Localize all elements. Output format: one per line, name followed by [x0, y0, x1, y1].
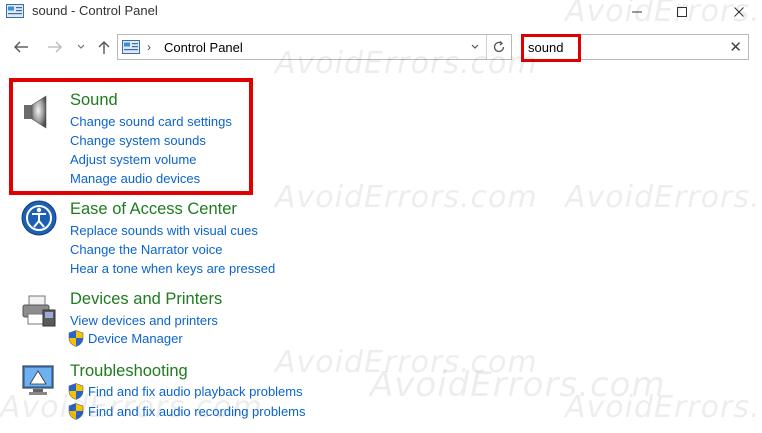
arrow-up-icon [98, 41, 110, 54]
uac-shield-icon [68, 330, 84, 347]
address-dropdown-button[interactable] [467, 39, 483, 55]
minimize-button[interactable] [620, 0, 654, 24]
address-bar[interactable]: › Control Panel [117, 34, 512, 60]
chevron-down-icon [471, 44, 479, 49]
arrow-right-icon [48, 41, 62, 53]
watermark: AvoidErrors.com [275, 180, 538, 215]
breadcrumb-separator-icon[interactable]: › [147, 40, 151, 54]
watermark: AvoidErrors.com [370, 365, 666, 405]
arrow-left-icon [14, 41, 28, 53]
printer-icon [22, 295, 56, 327]
maximize-icon [677, 7, 687, 17]
navigation-bar: › Control Panel ✕ [0, 30, 762, 64]
search-highlight-box [521, 34, 581, 62]
up-button[interactable] [93, 36, 115, 58]
troubleshooting-icon [22, 365, 54, 395]
watermark: AvoidErrors.com [275, 345, 538, 380]
link-fix-audio-recording[interactable]: Find and fix audio recording problems [88, 404, 306, 419]
link-view-devices-and-printers[interactable]: View devices and printers [70, 313, 218, 328]
link-replace-sounds-with-visual-cues[interactable]: Replace sounds with visual cues [70, 223, 258, 238]
recent-locations-button[interactable] [70, 36, 92, 58]
uac-shield-icon [68, 383, 84, 400]
close-button[interactable] [722, 0, 756, 24]
ease-of-access-icon [21, 200, 57, 236]
refresh-icon [493, 41, 505, 53]
title-bar: sound - Control Panel [0, 0, 762, 26]
control-panel-icon [6, 4, 24, 18]
link-hear-tone-keys-pressed[interactable]: Hear a tone when keys are pressed [70, 261, 275, 276]
minimize-icon [632, 11, 642, 13]
sound-highlight-box [9, 78, 253, 195]
result-title-devices-and-printers[interactable]: Devices and Printers [70, 290, 222, 309]
chevron-down-icon [77, 44, 85, 49]
control-panel-icon [122, 40, 140, 54]
window-title: sound - Control Panel [32, 3, 158, 18]
link-device-manager[interactable]: Device Manager [88, 331, 183, 346]
result-title-troubleshooting[interactable]: Troubleshooting [70, 362, 188, 381]
back-button[interactable] [10, 36, 32, 58]
maximize-button[interactable] [665, 0, 699, 24]
clear-search-icon[interactable]: ✕ [729, 38, 742, 56]
link-change-narrator-voice[interactable]: Change the Narrator voice [70, 242, 222, 257]
breadcrumb-control-panel[interactable]: Control Panel [164, 40, 243, 55]
watermark: AvoidErrors.com [565, 390, 762, 425]
close-icon [734, 7, 744, 17]
forward-button[interactable] [44, 36, 66, 58]
refresh-button[interactable] [486, 35, 511, 59]
result-title-ease-of-access-center[interactable]: Ease of Access Center [70, 200, 237, 219]
link-fix-audio-playback[interactable]: Find and fix audio playback problems [88, 384, 303, 399]
watermark: AvoidErrors.com [565, 180, 762, 215]
uac-shield-icon [68, 403, 84, 420]
